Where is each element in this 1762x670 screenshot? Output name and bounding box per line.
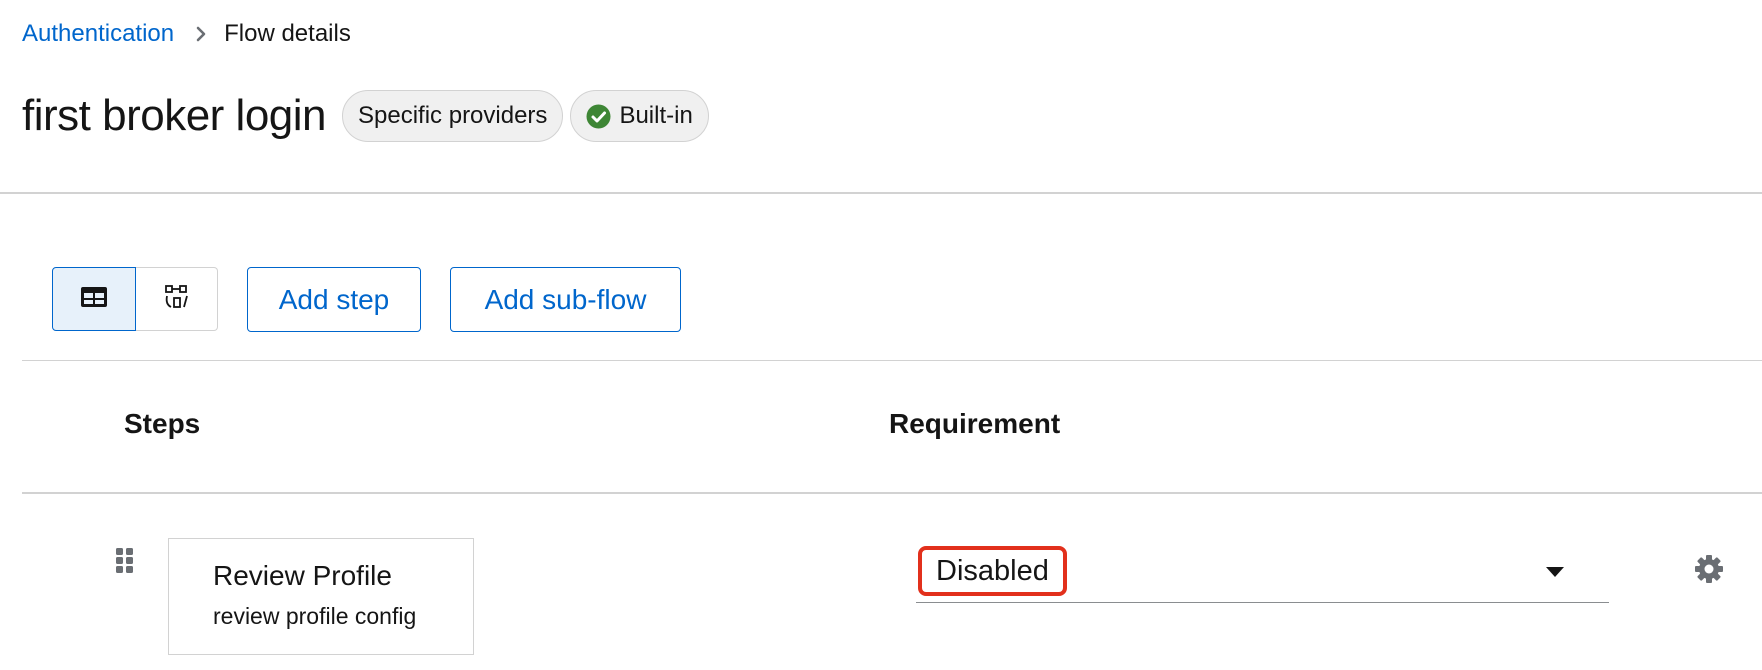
specific-providers-label: Specific providers [342,90,564,142]
breadcrumb-current: Flow details [224,20,351,47]
step-card: Review Profile review profile config [168,538,474,655]
step-name: Review Profile [213,560,392,591]
check-circle-icon [586,104,611,129]
breadcrumb-link-authentication[interactable]: Authentication [22,20,174,48]
specific-providers-label-text: Specific providers [358,102,548,129]
table-view-toggle[interactable] [52,267,136,331]
breadcrumb: Authentication Flow details [22,16,351,52]
view-toggle-group [52,267,218,331]
requirement-select-value: Disabled [918,546,1067,596]
grip-vertical-icon[interactable] [114,546,136,574]
step-description: review profile config [213,603,417,629]
add-step-button[interactable]: Add step [247,267,421,332]
built-in-label: Built-in [570,90,709,142]
chevron-right-icon [196,26,206,42]
page-header: first broker login Specific providers Bu… [22,86,716,146]
diagram-view-toggle[interactable] [136,267,218,331]
gear-icon[interactable] [1694,554,1724,584]
table-icon [80,286,108,313]
diagram-icon [163,283,191,316]
toolbar-divider [22,360,1762,361]
requirement-select[interactable]: Disabled [916,538,1609,603]
add-sub-flow-button[interactable]: Add sub-flow [450,267,681,332]
caret-down-icon [1545,565,1565,577]
column-header-steps: Steps [124,408,201,439]
column-header-requirement: Requirement [889,408,1061,439]
header-divider [0,192,1762,194]
table-header-divider [22,492,1762,494]
page-title: first broker login [22,91,327,140]
built-in-label-text: Built-in [619,102,693,129]
